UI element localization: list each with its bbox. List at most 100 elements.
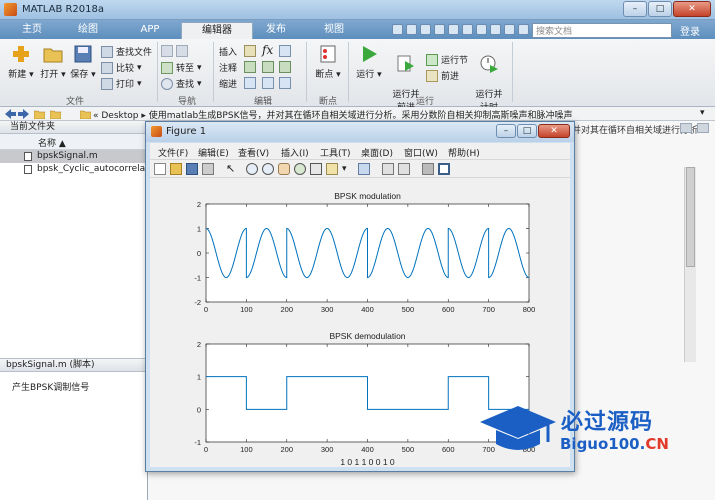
figure-maximize-button[interactable]: □: [517, 124, 537, 138]
decrease-indent-icon[interactable]: [279, 77, 291, 89]
editor-scrollbar[interactable]: [684, 167, 696, 362]
quick-access-copy-icon[interactable]: [434, 24, 445, 35]
new-button[interactable]: 新建 ▾: [4, 44, 38, 80]
brush-dropdown-icon[interactable]: ▾: [342, 163, 354, 175]
back-arrow-icon[interactable]: [5, 109, 16, 119]
quick-access-cut-icon[interactable]: [420, 24, 431, 35]
breakpoints-button[interactable]: 断点 ▾: [311, 44, 345, 80]
menu-desktop[interactable]: 桌面(D): [361, 146, 393, 159]
quick-access-help-icon[interactable]: [504, 24, 515, 35]
figure-title-bar[interactable]: Figure 1 – □ ✕: [146, 122, 574, 142]
run-and-time-button[interactable]: 运行并 计时: [470, 44, 508, 113]
figure-close-button[interactable]: ✕: [538, 124, 570, 138]
file-list-item[interactable]: bpskSignal.m: [0, 150, 147, 163]
tab-publish[interactable]: 发布: [258, 22, 294, 39]
find-files-button[interactable]: 查找文件: [101, 45, 152, 58]
zoom-out-icon[interactable]: [262, 163, 274, 175]
open-file-icon[interactable]: [170, 163, 182, 175]
quick-access-redo-icon[interactable]: [476, 24, 487, 35]
comment-percent-icon[interactable]: [244, 61, 256, 73]
quick-access-switch-icon[interactable]: [490, 24, 501, 35]
x-tick-label: 800: [523, 305, 536, 314]
quick-access-save-icon[interactable]: [406, 24, 417, 35]
name-column-header[interactable]: 名称 ▲: [38, 136, 66, 149]
pan-hand-icon[interactable]: [278, 163, 290, 175]
smart-indent-icon[interactable]: [244, 77, 256, 89]
data-cursor-icon[interactable]: [310, 163, 322, 175]
back-arrow-icon: [161, 45, 173, 57]
file-details-header[interactable]: bpskSignal.m (脚本): [0, 358, 148, 372]
brush-icon[interactable]: [326, 163, 338, 175]
legend-icon[interactable]: [398, 163, 410, 175]
find-button[interactable]: 查找 ▾: [161, 77, 202, 90]
menu-help[interactable]: 帮助(H): [448, 146, 480, 159]
hide-plot-tools-icon[interactable]: [422, 163, 434, 175]
maximize-button[interactable]: □: [648, 1, 672, 17]
goto-button[interactable]: 转至 ▾: [161, 61, 202, 74]
browse-folder-icon[interactable]: [50, 109, 61, 119]
panel-options-icon[interactable]: [697, 123, 709, 133]
comment-button[interactable]: 注释: [219, 61, 237, 74]
menu-edit[interactable]: 编辑(E): [198, 146, 229, 159]
up-folder-icon[interactable]: [34, 109, 45, 119]
wrap-comments-icon[interactable]: [279, 61, 291, 73]
login-link[interactable]: 登录: [680, 23, 700, 38]
quick-access-paste-icon[interactable]: [448, 24, 459, 35]
show-plot-tools-icon[interactable]: [438, 163, 450, 175]
printer-icon: [101, 77, 113, 90]
path-dropdown-icon[interactable]: ▾: [700, 108, 705, 118]
panel-close-icon[interactable]: [680, 123, 692, 133]
compare-icon: [101, 61, 113, 74]
group-label-breakpoints: 断点: [318, 97, 337, 107]
menu-insert[interactable]: 插入(I): [281, 146, 309, 159]
menu-tools[interactable]: 工具(T): [320, 146, 351, 159]
tab-editor[interactable]: 编辑器: [181, 22, 253, 39]
tab-apps[interactable]: APP: [130, 22, 170, 39]
quick-access-dropdown-icon[interactable]: [518, 24, 529, 35]
insert-dropdown-icon[interactable]: [279, 45, 291, 57]
quick-access-new-icon[interactable]: [392, 24, 403, 35]
insert-button[interactable]: 插入: [219, 45, 237, 58]
scrollbar-thumb[interactable]: [686, 167, 695, 267]
increase-indent-icon[interactable]: [262, 77, 274, 89]
quick-access-undo-icon[interactable]: [462, 24, 473, 35]
nav-back-forward[interactable]: [161, 45, 188, 57]
open-button[interactable]: 打开 ▾: [36, 44, 70, 80]
advance-icon: [426, 69, 438, 82]
save-figure-icon[interactable]: [186, 163, 198, 175]
search-documentation-input[interactable]: [532, 23, 672, 38]
file-list-header[interactable]: 名称 ▲: [0, 134, 147, 150]
run-button[interactable]: 运行 ▾: [352, 44, 386, 80]
group-label-navigate: 导航: [177, 97, 196, 107]
menu-window[interactable]: 窗口(W): [404, 146, 438, 159]
current-folder-address-bar: « Desktop ▸ 使用matlab生成BPSK信号，并对其在循环自相关域进…: [0, 107, 715, 121]
minimize-button[interactable]: –: [623, 1, 647, 17]
print-button[interactable]: 打印 ▾: [101, 77, 142, 90]
file-list-item[interactable]: bpsk_Cyclic_autocorrelati: [0, 163, 147, 176]
function-fx-icon[interactable]: fx: [262, 43, 273, 57]
forward-arrow-icon[interactable]: [18, 109, 29, 119]
current-path[interactable]: « Desktop ▸ 使用matlab生成BPSK信号，并对其在循环自相关域进…: [93, 108, 572, 121]
figure-minimize-button[interactable]: –: [496, 124, 516, 138]
uncomment-icon[interactable]: [262, 61, 274, 73]
site-watermark: 必过源码 Biguo100.CN: [478, 400, 708, 460]
new-figure-icon[interactable]: [154, 163, 166, 175]
edit-plot-cursor-icon[interactable]: ↖: [226, 163, 238, 175]
compare-button[interactable]: 比较 ▾: [101, 61, 142, 74]
tab-home[interactable]: 主页: [14, 22, 50, 39]
save-button[interactable]: 保存 ▾: [66, 44, 100, 80]
menu-file[interactable]: 文件(F): [158, 146, 188, 159]
advance-button[interactable]: 前进: [426, 69, 459, 82]
tab-view[interactable]: 视图: [316, 22, 352, 39]
insert-section-icon[interactable]: [244, 45, 256, 57]
print-figure-icon[interactable]: [202, 163, 214, 175]
close-button[interactable]: ✕: [673, 1, 711, 17]
link-plot-icon[interactable]: [358, 163, 370, 175]
tab-plots[interactable]: 绘图: [70, 22, 106, 39]
colorbar-icon[interactable]: [382, 163, 394, 175]
zoom-in-icon[interactable]: [246, 163, 258, 175]
rotate-3d-icon[interactable]: [294, 163, 306, 175]
menu-view[interactable]: 查看(V): [238, 146, 269, 159]
run-section-button[interactable]: 运行节: [426, 53, 468, 66]
indent-button[interactable]: 缩进: [219, 77, 237, 90]
